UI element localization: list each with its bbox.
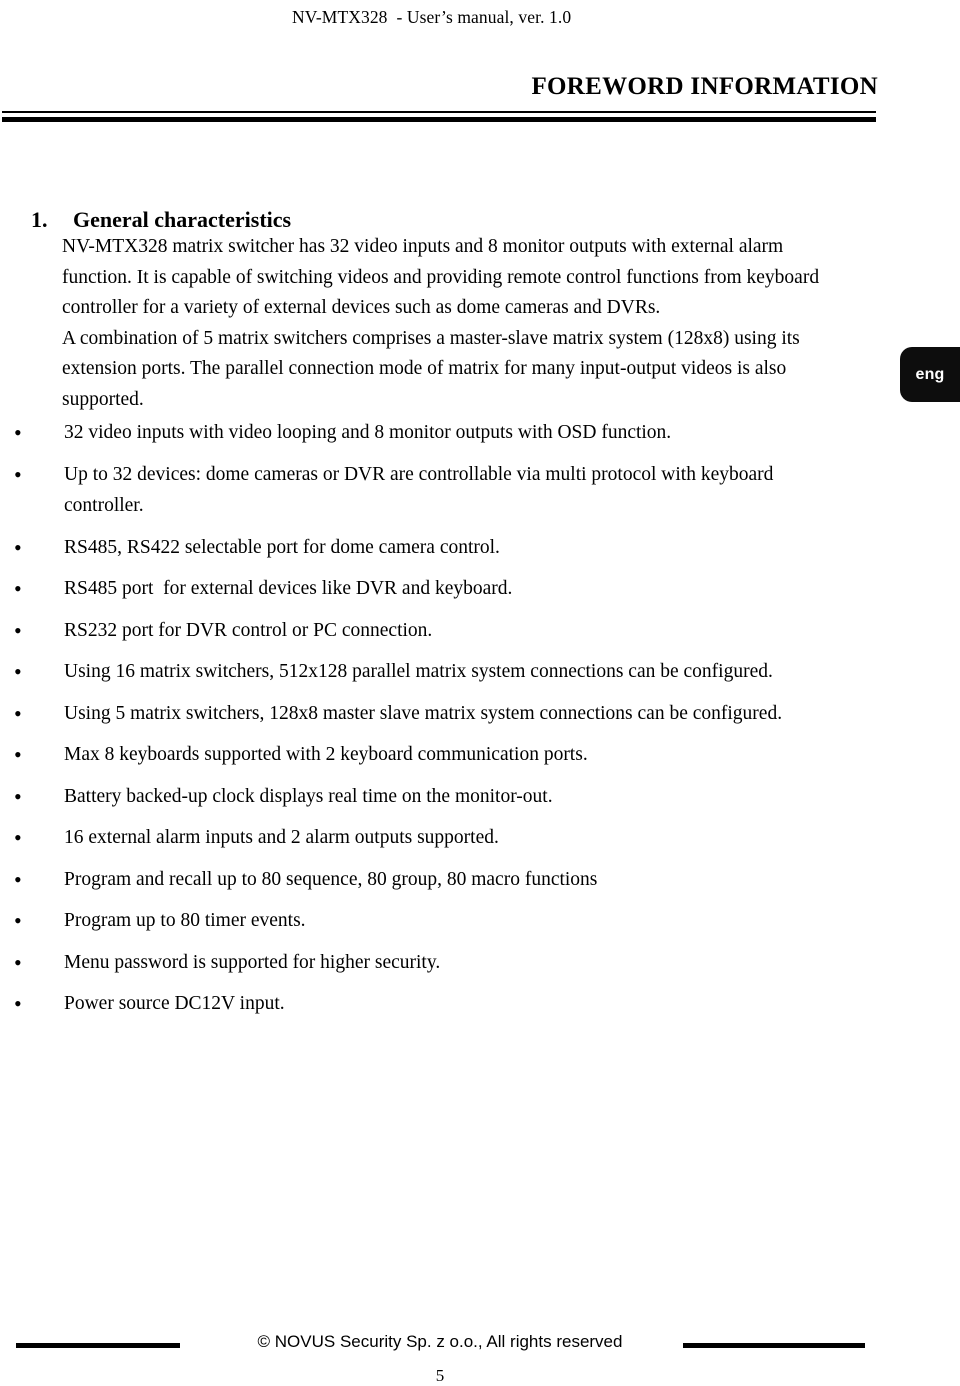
list-item: • RS485, RS422 selectable port for dome c…: [0, 532, 900, 564]
bullet-icon: •: [14, 617, 22, 643]
bullet-icon: •: [14, 576, 22, 601]
bullet-icon: •: [14, 659, 22, 684]
copyright-notice: © NOVUS Security Sp. z o.o., All rights …: [257, 1332, 623, 1351]
list-item-label: Program and recall up to 80 sequence, 80…: [64, 868, 598, 890]
list-item: • Max 8 keyboards supported with 2 keyboa…: [0, 739, 900, 771]
bullet-icon: •: [14, 783, 22, 809]
list-item: • 16 external alarm inputs and 2 alarm ou…: [0, 822, 900, 854]
running-header: NV-MTX328 - User’s manual, ver. 1.0: [292, 7, 572, 27]
list-item-label: Using 16 matrix switchers, 512x128 paral…: [64, 661, 773, 682]
list-item-label: Battery backed-up clock displays real ti…: [64, 785, 553, 807]
list-item: • Using 5 matrix switchers, 128x8 master …: [0, 698, 900, 730]
section-heading-label: General characteristics: [73, 207, 292, 232]
intro-paragraph-2: A combination of 5 matrix switchers comp…: [62, 327, 800, 410]
title-divider-thick-line: [2, 117, 876, 122]
bullet-icon: •: [14, 534, 22, 560]
list-item-label: Up to 32 devices: dome cameras or DVR ar…: [64, 463, 779, 517]
bullet-icon: •: [14, 866, 22, 892]
section-number: 1.: [31, 207, 48, 232]
page-number: 5: [435, 1366, 445, 1385]
list-item-label: Power source DC12V input.: [64, 993, 285, 1014]
bullet-icon: •: [14, 949, 22, 975]
language-tab-eng[interactable]: eng: [900, 347, 960, 402]
list-item-label: Max 8 keyboards supported with 2 keyboar…: [64, 744, 588, 765]
bullet-icon: •: [14, 825, 22, 850]
page-title: FOREWORD INFORMATION: [531, 73, 878, 100]
list-item: • 32 video inputs with video looping and …: [0, 417, 900, 449]
list-item-label: 32 video inputs with video looping and 8…: [64, 422, 672, 443]
list-item-label: Menu password is supported for higher se…: [64, 951, 441, 973]
intro-paragraph-1: NV-MTX328 matrix switcher has 32 video i…: [62, 236, 820, 318]
section-heading: 1. General characteristics: [20, 181, 291, 233]
feature-list: • 32 video inputs with video looping and …: [0, 417, 900, 1030]
list-item: • Battery backed-up clock displays real t…: [0, 781, 900, 813]
bullet-icon: •: [14, 420, 22, 445]
bullet-icon: •: [14, 461, 22, 487]
list-item-label: RS485, RS422 selectable port for dome ca…: [64, 536, 500, 558]
list-item: • Menu password is supported for higher s…: [0, 947, 900, 979]
title-divider: [2, 111, 876, 123]
intro-body: NV-MTX328 matrix switcher has 32 video i…: [62, 232, 852, 415]
list-item: • RS485 port for external devices like DV…: [0, 573, 900, 605]
list-item: • Program and recall up to 80 sequence, 8…: [0, 864, 900, 896]
list-item: • Using 16 matrix switchers, 512x128 para…: [0, 656, 900, 688]
bullet-icon: •: [14, 742, 22, 767]
list-item-label: 16 external alarm inputs and 2 alarm out…: [64, 827, 499, 848]
list-item: • Up to 32 devices: dome cameras or DVR a…: [0, 459, 900, 522]
bullet-icon: •: [14, 700, 22, 726]
list-item-label: RS232 port for DVR control or PC connect…: [64, 619, 433, 641]
bullet-icon: •: [14, 908, 22, 933]
list-item: • Program up to 80 timer events.: [0, 905, 900, 937]
list-item-label: Using 5 matrix switchers, 128x8 master s…: [64, 702, 783, 724]
list-item-label: Program up to 80 timer events.: [64, 910, 306, 931]
bullet-icon: •: [14, 991, 22, 1016]
title-divider-thin-line: [2, 111, 876, 113]
list-item: • RS232 port for DVR control or PC connec…: [0, 615, 900, 647]
page-footer: © NOVUS Security Sp. z o.o., All rights …: [0, 1330, 960, 1385]
list-item-label: RS485 port for external devices like DVR…: [64, 578, 513, 599]
list-item: • Power source DC12V input.: [0, 988, 900, 1020]
